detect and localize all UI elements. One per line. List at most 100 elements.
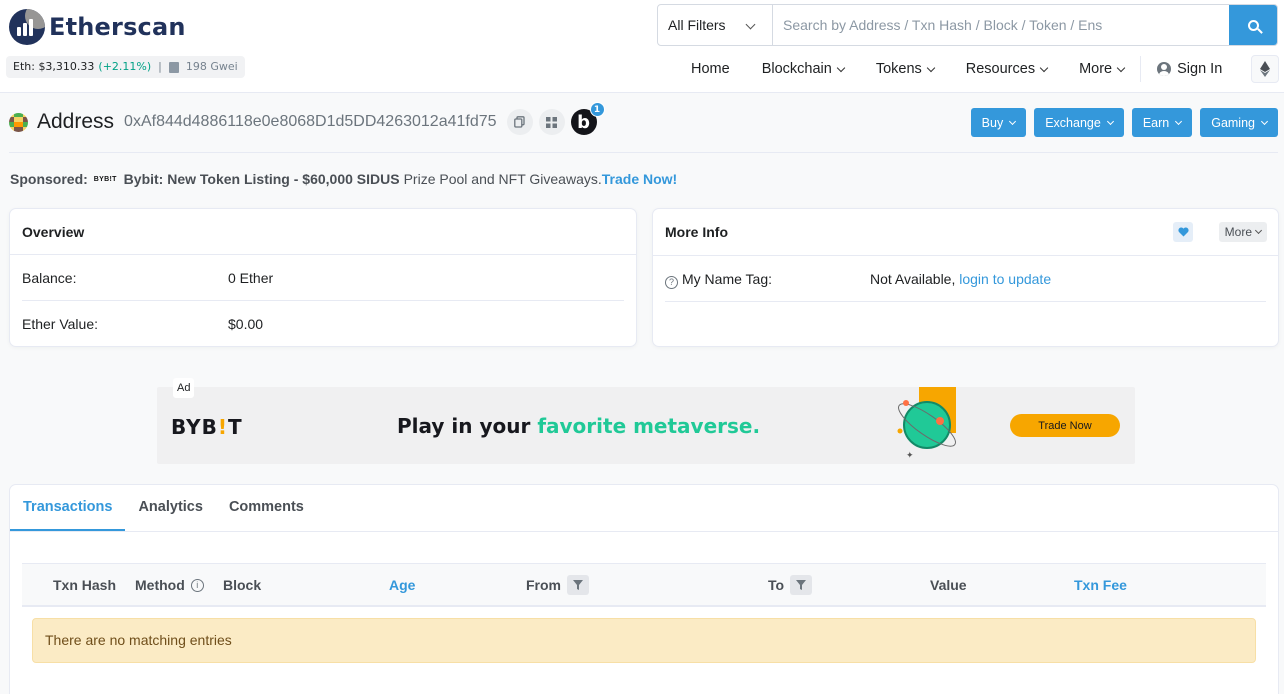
- copy-address-button[interactable]: [506, 109, 533, 135]
- sponsored-headline[interactable]: Bybit: New Token Listing - $60,000 SIDUS: [124, 171, 400, 187]
- sponsored-label: Sponsored:: [10, 171, 88, 187]
- info-icon[interactable]: i: [190, 578, 204, 592]
- overview-title: Overview: [10, 209, 636, 255]
- col-method-label: Method: [135, 577, 185, 593]
- tab-bar: Transactions Analytics Comments: [10, 485, 317, 531]
- ad-trade-now-button[interactable]: Trade Now: [1010, 414, 1120, 437]
- chevron-down-icon: [1175, 117, 1183, 125]
- col-txn-hash-label: Txn Hash: [53, 577, 117, 593]
- etherscan-logo-icon: [9, 9, 45, 45]
- favorite-button[interactable]: [1173, 222, 1193, 242]
- more-info-card: More Info More ? My Name Tag: Not Availab…: [652, 208, 1279, 347]
- name-tag-value: Not Available,: [870, 271, 956, 287]
- eth-price[interactable]: Eth: $3,310.33: [13, 56, 94, 78]
- copy-icon: [514, 116, 525, 128]
- more-dropdown-button[interactable]: More: [1218, 222, 1267, 242]
- funnel-icon: [573, 580, 583, 590]
- gaming-label: Gaming: [1211, 115, 1255, 130]
- nav-tokens[interactable]: Tokens: [860, 52, 950, 86]
- row-divider: [665, 301, 1266, 302]
- exchange-button[interactable]: Exchange: [1034, 108, 1124, 137]
- divider: [9, 152, 1278, 153]
- sponsored-banner: Sponsored: BYB!T Bybit: New Token Listin…: [10, 171, 677, 187]
- gas-pump-icon: [168, 61, 179, 73]
- eth-price-bar: Eth: $3,310.33 (+2.11%) | 198 Gwei: [6, 56, 245, 78]
- row-divider: [22, 300, 624, 301]
- page-title: Address: [37, 110, 115, 133]
- ether-value-label: Ether Value:: [22, 316, 99, 332]
- funnel-icon: [796, 580, 807, 590]
- nav-more[interactable]: More: [1063, 52, 1140, 86]
- name-tag-value-wrap: Not Available, login to update: [870, 271, 1051, 287]
- col-to: To: [768, 575, 813, 595]
- ad-headline-highlight: favorite metaverse.: [537, 414, 761, 438]
- col-to-label: To: [768, 577, 785, 593]
- tabs-divider: [10, 531, 1278, 532]
- transactions-card: Transactions Analytics Comments Txn Hash…: [9, 484, 1279, 694]
- tab-comments[interactable]: Comments: [216, 485, 317, 531]
- ether-value: $0.00: [228, 316, 264, 332]
- network-switch-button[interactable]: [1251, 55, 1279, 83]
- tab-transactions[interactable]: Transactions: [10, 485, 126, 531]
- col-block: Block: [223, 577, 261, 593]
- nav-home-label: Home: [691, 61, 730, 77]
- filter-from-button[interactable]: [567, 575, 589, 595]
- chevron-down-icon: [1106, 117, 1114, 125]
- qr-code-button[interactable]: [538, 109, 565, 135]
- col-value-label: Value: [930, 577, 967, 593]
- svg-text:✦: ✦: [906, 451, 914, 461]
- tab-analytics[interactable]: Analytics: [125, 485, 215, 531]
- site-header: Etherscan Eth: $3,310.33 (+2.11%) | 198 …: [0, 0, 1284, 93]
- etherscan-logo[interactable]: Etherscan: [9, 9, 186, 45]
- ad-headline: Play in your favorite metaverse.: [397, 414, 760, 438]
- bybit-logo-start: BYB: [171, 415, 218, 439]
- chevron-down-icon: [926, 63, 936, 72]
- buy-button[interactable]: Buy: [970, 108, 1027, 137]
- sponsored-cta-link[interactable]: Trade Now!: [602, 171, 677, 187]
- col-from: From: [526, 575, 589, 595]
- nav-home[interactable]: Home: [675, 52, 746, 86]
- bybit-logo-end: T: [228, 415, 243, 439]
- col-value: Value: [930, 577, 967, 593]
- search-icon: [1247, 19, 1259, 31]
- nav-resources[interactable]: Resources: [950, 52, 1063, 86]
- heart-icon: [1177, 227, 1189, 237]
- col-block-label: Block: [223, 577, 262, 593]
- ad-label: Ad: [173, 378, 195, 398]
- buy-label: Buy: [981, 115, 1004, 130]
- gaming-button[interactable]: Gaming: [1200, 108, 1278, 137]
- nav-resources-label: Resources: [965, 61, 1036, 77]
- chevron-down-icon: [1260, 117, 1269, 125]
- question-circle-icon[interactable]: ?: [665, 275, 678, 289]
- empty-state-message: There are no matching entries: [32, 618, 1256, 663]
- filter-to-button[interactable]: [790, 575, 813, 595]
- ethereum-icon: [1260, 61, 1270, 77]
- sign-in-link[interactable]: Sign In: [1141, 52, 1238, 86]
- nav-blockchain[interactable]: Blockchain: [746, 52, 860, 86]
- bybit-logo: BYB!T: [171, 415, 243, 439]
- blockscan-chat-button[interactable]: b 1: [570, 102, 605, 135]
- separator: |: [158, 60, 162, 73]
- more-label: More: [1224, 225, 1252, 239]
- login-to-update-link[interactable]: login to update: [959, 271, 1051, 287]
- chevron-down-icon: [836, 63, 846, 72]
- earn-button[interactable]: Earn: [1131, 108, 1193, 137]
- gas-price[interactable]: 198 Gwei: [186, 56, 238, 78]
- name-tag-label-wrap: ? My Name Tag:: [665, 271, 772, 289]
- sign-in-label: Sign In: [1177, 61, 1223, 77]
- balance-label: Balance:: [22, 270, 77, 286]
- earn-label: Earn: [1142, 115, 1170, 130]
- ad-headline-plain: Play in your: [397, 414, 531, 438]
- eth-price-change: (+2.11%): [98, 60, 152, 73]
- search-filter-select[interactable]: All Filters: [658, 5, 773, 45]
- main-nav: Home Blockchain Tokens Resources More Si…: [675, 52, 1238, 86]
- search-input[interactable]: [773, 5, 1229, 45]
- col-method: Method i: [135, 577, 204, 593]
- blockscan-letter: b: [577, 111, 590, 133]
- search-button[interactable]: [1229, 5, 1277, 45]
- col-txn-fee[interactable]: Txn Fee: [1074, 577, 1127, 593]
- bybit-mini-logo: BYB!T: [93, 175, 117, 183]
- col-age[interactable]: Age: [389, 577, 415, 593]
- ad-banner[interactable]: BYB!T Play in your favorite metaverse. ✦…: [157, 387, 1135, 464]
- chevron-down-icon: [1254, 226, 1263, 235]
